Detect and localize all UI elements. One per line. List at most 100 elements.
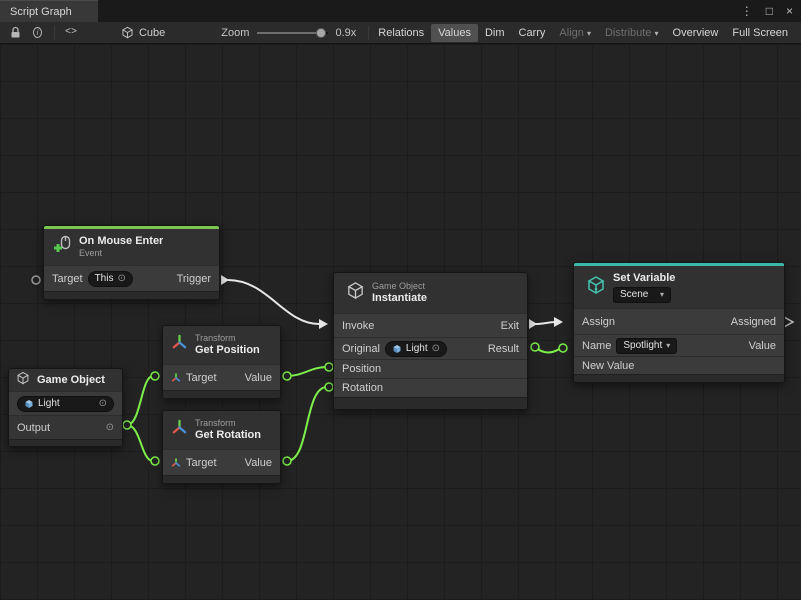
transform-icon [171, 419, 188, 441]
window-maximize-icon[interactable]: □ [766, 5, 773, 17]
node-set-variable[interactable]: Set Variable Scene ▾ Assign Assigned Nam… [573, 262, 785, 383]
target-this-field[interactable]: This ⊙ [88, 271, 133, 287]
values-button[interactable]: Values [431, 24, 478, 42]
unity-visual-scripting-window: Script Graph ⋮ □ × i <> Cube Zoom 0.9x R [0, 0, 801, 600]
graph-owner-label: Cube [139, 27, 165, 39]
light-value: Light [38, 398, 60, 410]
wire-rotation-value [287, 387, 327, 461]
object-picker-icon[interactable]: ⊙ [117, 274, 125, 284]
light-output-port[interactable] [123, 421, 131, 429]
instantiate-position-port[interactable] [325, 363, 333, 371]
getrotation-value-port[interactable] [283, 457, 291, 465]
instantiate-result-port[interactable] [531, 343, 539, 351]
graph-toolbar: i <> Cube Zoom 0.9x Relations Values Dim… [0, 22, 801, 44]
node-game-object-light[interactable]: Game Object Light ⊙ Output ⊙ [8, 368, 123, 447]
node-get-rotation[interactable]: Transform Get Rotation Target Value [162, 410, 281, 484]
window-close-icon[interactable]: × [786, 5, 793, 17]
assign-input-port[interactable] [554, 317, 563, 327]
graph-owner[interactable]: Cube [121, 25, 165, 41]
assigned-output-port[interactable] [784, 317, 793, 327]
tab-script-graph[interactable]: Script Graph [0, 0, 98, 22]
toolbar-separator [54, 26, 55, 40]
output-port-icon[interactable]: ⊙ [106, 422, 114, 433]
wire-trigger-to-invoke [228, 280, 319, 324]
node-footer [163, 390, 280, 398]
on-mouse-enter-icon [52, 235, 72, 260]
getposition-target-port[interactable] [151, 372, 159, 380]
instantiate-rotation-port[interactable] [325, 383, 333, 391]
light-object-field[interactable]: Light ⊙ [17, 396, 114, 412]
carry-button[interactable]: Carry [512, 24, 553, 42]
node-title: Get Position [195, 344, 260, 357]
node-category: Transform [195, 418, 261, 429]
variable-scope-dropdown[interactable]: Scene ▾ [613, 287, 671, 303]
graph-canvas[interactable]: On Mouse Enter Event Target This ⊙ Trigg… [0, 44, 801, 600]
getrotation-target-port[interactable] [151, 457, 159, 465]
node-category: Game Object [372, 281, 427, 292]
fullscreen-button[interactable]: Full Screen [725, 24, 795, 42]
game-object-icon [392, 344, 402, 354]
chevron-down-icon: ▾ [660, 289, 664, 301]
node-footer [574, 374, 784, 382]
chevron-down-icon: ▾ [587, 29, 591, 38]
window-menu-icon[interactable]: ⋮ [741, 5, 753, 17]
name-port-label: Name [582, 340, 611, 352]
rotation-port-label: Rotation [342, 382, 383, 394]
dim-button[interactable]: Dim [478, 24, 512, 42]
chevron-down-icon: ▾ [666, 340, 670, 352]
mouse-enter-target-port[interactable] [32, 276, 40, 284]
zoom-slider-fill [257, 32, 318, 34]
object-picker-icon[interactable]: ⊙ [99, 399, 107, 409]
wire-light-to-getposition [127, 376, 153, 425]
name-value: Spotlight [623, 340, 662, 352]
cube-icon [346, 281, 365, 305]
node-title: Get Rotation [195, 429, 261, 442]
wire-exit-to-assign [535, 322, 555, 324]
node-title: On Mouse Enter [79, 235, 163, 248]
node-title: Game Object [37, 374, 105, 387]
align-button-label: Align [559, 27, 583, 39]
zoom-value: 0.9x [335, 27, 356, 39]
target-port-label: Target [186, 372, 217, 384]
node-on-mouse-enter[interactable]: On Mouse Enter Event Target This ⊙ Trigg… [43, 225, 220, 300]
node-footer [334, 397, 527, 409]
position-port-label: Position [342, 363, 381, 375]
object-picker-icon[interactable]: ⊙ [432, 344, 440, 354]
target-port-label: Target [186, 457, 217, 469]
zoom-slider[interactable] [257, 28, 328, 38]
value-port-label: Value [245, 457, 272, 469]
variable-name-dropdown[interactable]: Spotlight ▾ [616, 338, 677, 354]
getposition-value-port[interactable] [283, 372, 291, 380]
invoke-input-port[interactable] [319, 319, 328, 329]
node-footer [9, 439, 122, 446]
original-object-field[interactable]: Light ⊙ [385, 341, 447, 357]
value-port-label: Value [245, 372, 272, 384]
cube-icon [16, 371, 30, 390]
overview-button[interactable]: Overview [666, 24, 726, 42]
code-view-icon[interactable]: <> [65, 25, 77, 41]
this-value: This [95, 273, 114, 285]
transform-type-icon [171, 373, 181, 383]
zoom-slider-handle[interactable] [316, 28, 326, 38]
tab-title: Script Graph [10, 6, 72, 18]
info-icon[interactable]: i [33, 27, 42, 38]
node-title: Instantiate [372, 292, 427, 305]
trigger-output-port[interactable] [221, 275, 229, 285]
transform-icon [171, 334, 188, 356]
align-button[interactable]: Align ▾ [552, 24, 598, 42]
relations-button[interactable]: Relations [371, 24, 431, 42]
invoke-port-label: Invoke [342, 320, 374, 332]
distribute-button[interactable]: Distribute ▾ [598, 24, 666, 42]
node-get-position[interactable]: Transform Get Position Target Value [162, 325, 281, 399]
assigned-port-label: Assigned [731, 316, 776, 328]
toolbar-separator [368, 26, 369, 40]
new-value-port-label: New Value [582, 360, 634, 372]
result-port-label: Result [488, 343, 519, 355]
game-object-icon [24, 399, 34, 409]
node-subtitle: Event [79, 248, 163, 259]
node-instantiate[interactable]: Game Object Instantiate Invoke Exit Orig… [333, 272, 528, 410]
exit-output-port[interactable] [529, 319, 537, 329]
setvariable-newvalue-port[interactable] [559, 344, 567, 352]
lock-icon[interactable] [10, 25, 21, 41]
exit-port-label: Exit [501, 320, 519, 332]
